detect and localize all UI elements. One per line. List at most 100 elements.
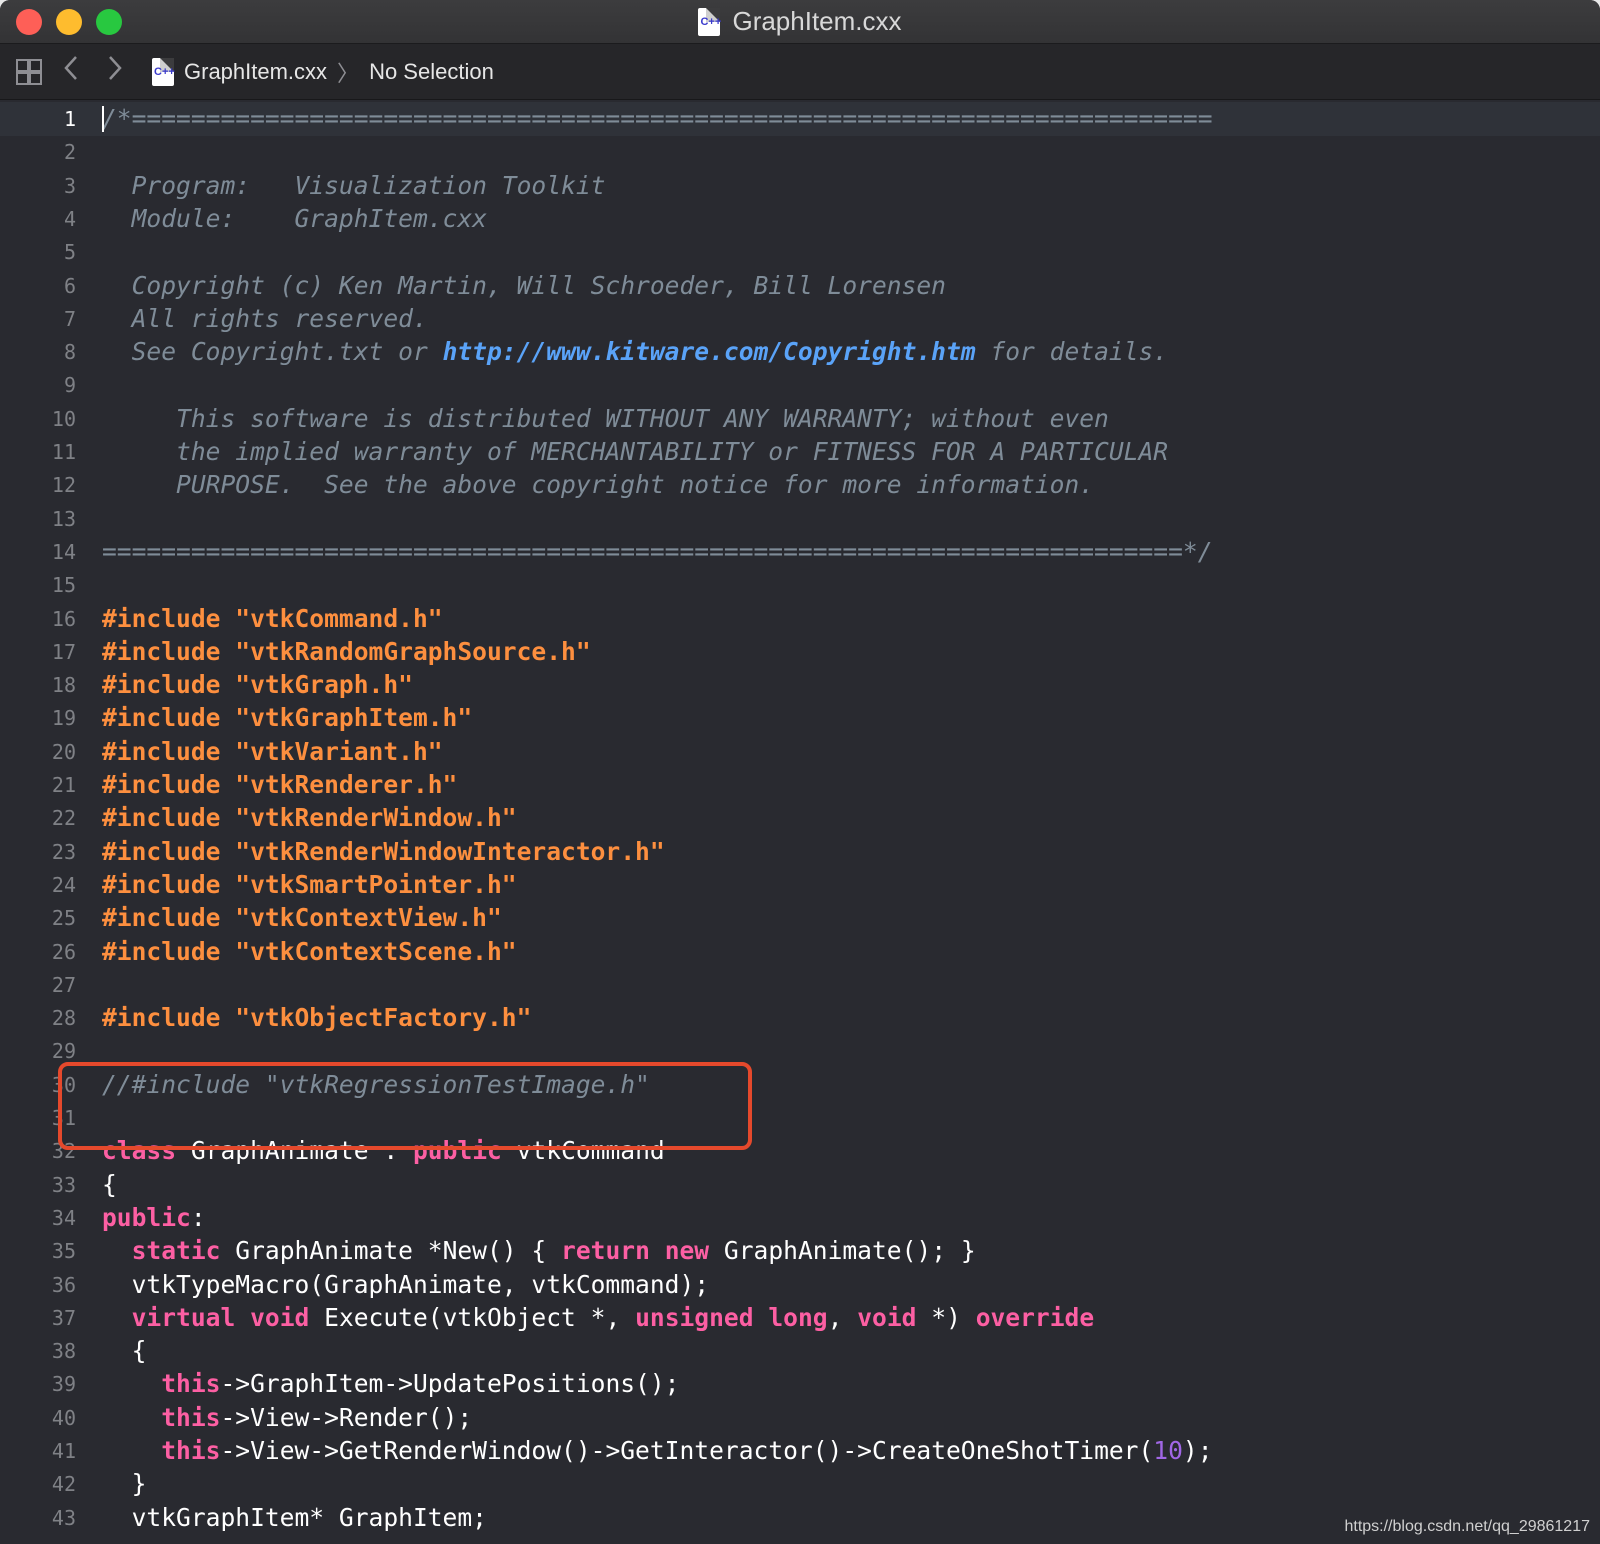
chevron-left-icon [64, 56, 77, 80]
code-line[interactable]: 28 #include "vtkObjectFactory.h" [0, 1001, 1600, 1035]
code-token: ); [1182, 1436, 1213, 1465]
code-text: #include "vtkContextView.h" [102, 901, 502, 935]
line-number: 42 [51, 1472, 76, 1497]
code-line[interactable]: 38 { [0, 1334, 1600, 1368]
code-line[interactable]: 1 /*=====================================… [0, 102, 1600, 136]
code-line[interactable]: 21 #include "vtkRenderer.h" [0, 768, 1600, 802]
code-token: #include "vtkObjectFactory.h" [102, 1003, 532, 1033]
line-number: 6 [63, 273, 76, 298]
cpp-file-icon: C++ [152, 57, 175, 86]
code-token: public [102, 1202, 191, 1232]
code-line[interactable]: 22 #include "vtkRenderWindow.h" [0, 801, 1600, 835]
code-line[interactable]: 24 #include "vtkSmartPointer.h" [0, 868, 1600, 902]
code-line[interactable]: 27 [0, 968, 1600, 1002]
code-line[interactable]: 41 this->View->GetRenderWindow()->GetInt… [0, 1434, 1600, 1468]
line-number: 8 [63, 340, 76, 365]
code-line[interactable]: 10 This software is distributed WITHOUT … [0, 402, 1600, 436]
code-line[interactable]: 16 #include "vtkCommand.h" [0, 602, 1600, 636]
code-token: override [975, 1302, 1095, 1332]
line-number: 13 [51, 506, 76, 531]
back-button[interactable] [56, 55, 86, 88]
line-number: 14 [51, 539, 76, 564]
code-token: long [768, 1302, 828, 1332]
code-line[interactable]: 35 static GraphAnimate *New() { return n… [0, 1234, 1600, 1268]
breadcrumb-selection[interactable]: No Selection [369, 59, 494, 85]
code-line[interactable]: 39 this->GraphItem->UpdatePositions(); [0, 1367, 1600, 1401]
code-token: #include "vtkRandomGraphSource.h" [102, 636, 591, 666]
code-token: vtkTypeMacro(GraphAnimate, vtkCommand); [102, 1269, 710, 1299]
code-token: #include "vtkRenderWindow.h" [102, 803, 517, 833]
code-token: #include "vtkVariant.h" [102, 736, 443, 766]
code-token: { [102, 1169, 117, 1199]
code-line[interactable]: 14 ======================================… [0, 535, 1600, 569]
line-number: 38 [51, 1339, 76, 1364]
code-line[interactable]: 6 Copyright (c) Ken Martin, Will Schroed… [0, 269, 1600, 303]
line-number: 17 [51, 639, 76, 664]
code-text: virtual void Execute(vtkObject *, unsign… [102, 1301, 1095, 1335]
code-text: vtkGraphItem* GraphItem; [102, 1501, 487, 1535]
line-number: 4 [63, 206, 76, 231]
code-token: } [102, 1469, 147, 1499]
code-line[interactable]: 11 the implied warranty of MERCHANTABILI… [0, 435, 1600, 469]
cpp-file-icon: C++ [698, 7, 721, 36]
code-line[interactable]: 4 Module: GraphItem.cxx [0, 202, 1600, 236]
code-text: } [102, 1467, 147, 1501]
line-number: 18 [51, 673, 76, 698]
code-line[interactable]: 42 } [0, 1467, 1600, 1501]
code-token: void [857, 1302, 917, 1332]
code-line[interactable]: 15 [0, 568, 1600, 602]
code-line[interactable]: 19 #include "vtkGraphItem.h" [0, 701, 1600, 735]
code-token: All rights reserved. [102, 303, 428, 333]
code-line[interactable]: 20 #include "vtkVariant.h" [0, 735, 1600, 769]
code-token: Execute(vtkObject *, [309, 1302, 636, 1332]
code-line[interactable]: 9 [0, 368, 1600, 402]
code-editor[interactable]: 1 /*=====================================… [0, 100, 1600, 1544]
code-text: public: [102, 1201, 206, 1235]
code-token: #include "vtkRenderWindowInteractor.h" [102, 836, 665, 866]
code-text: the implied warranty of MERCHANTABILITY … [102, 435, 1168, 469]
breadcrumb-separator: 〉 [337, 60, 360, 86]
code-line[interactable]: 23 #include "vtkRenderWindowInteractor.h" [0, 835, 1600, 869]
code-line[interactable]: 2 [0, 135, 1600, 169]
code-token: ->GraphItem->UpdatePositions(); [220, 1369, 680, 1399]
code-line[interactable]: 3 Program: Visualization Toolkit [0, 169, 1600, 203]
line-number: 26 [51, 939, 76, 964]
code-line[interactable]: 25 #include "vtkContextView.h" [0, 901, 1600, 935]
code-line[interactable]: 36 vtkTypeMacro(GraphAnimate, vtkCommand… [0, 1268, 1600, 1302]
related-items-icon[interactable] [16, 58, 42, 85]
code-line[interactable]: 26 #include "vtkContextScene.h" [0, 935, 1600, 969]
code-line[interactable]: 40 this->View->Render(); [0, 1401, 1600, 1435]
code-text: #include "vtkSmartPointer.h" [102, 868, 517, 902]
code-line[interactable]: 7 All rights reserved. [0, 302, 1600, 336]
code-token: for details. [975, 337, 1169, 367]
text-cursor [102, 106, 104, 132]
line-number: 21 [51, 773, 76, 797]
code-line[interactable]: 34 public: [0, 1201, 1600, 1235]
code-token: this [161, 1369, 221, 1399]
code-token: { [102, 1336, 147, 1366]
forward-button[interactable] [100, 55, 130, 88]
code-text: #include "vtkRenderWindow.h" [102, 801, 517, 835]
breadcrumb: C++ GraphItem.cxx 〉 No Selection [152, 56, 494, 88]
code-line[interactable]: 33 { [0, 1168, 1600, 1202]
code-line[interactable]: 5 [0, 235, 1600, 269]
code-line[interactable]: 8 See Copyright.txt or http://www.kitwar… [0, 335, 1600, 369]
line-number: 12 [51, 473, 76, 498]
code-line[interactable]: 18 #include "vtkGraph.h" [0, 668, 1600, 702]
code-token: unsigned [635, 1302, 754, 1332]
code-line[interactable]: 37 virtual void Execute(vtkObject *, uns… [0, 1301, 1600, 1335]
code-line[interactable]: 12 PURPOSE. See the above copyright noti… [0, 468, 1600, 502]
breadcrumb-file[interactable]: GraphItem.cxx [184, 59, 327, 85]
code-token: PURPOSE. See the above copyright notice … [102, 470, 1095, 500]
code-token: static [131, 1236, 221, 1266]
code-line[interactable]: 17 #include "vtkRandomGraphSource.h" [0, 635, 1600, 669]
line-number: 37 [51, 1305, 76, 1330]
code-line[interactable]: 13 [0, 502, 1600, 536]
code-text: Module: GraphItem.cxx [102, 202, 487, 236]
